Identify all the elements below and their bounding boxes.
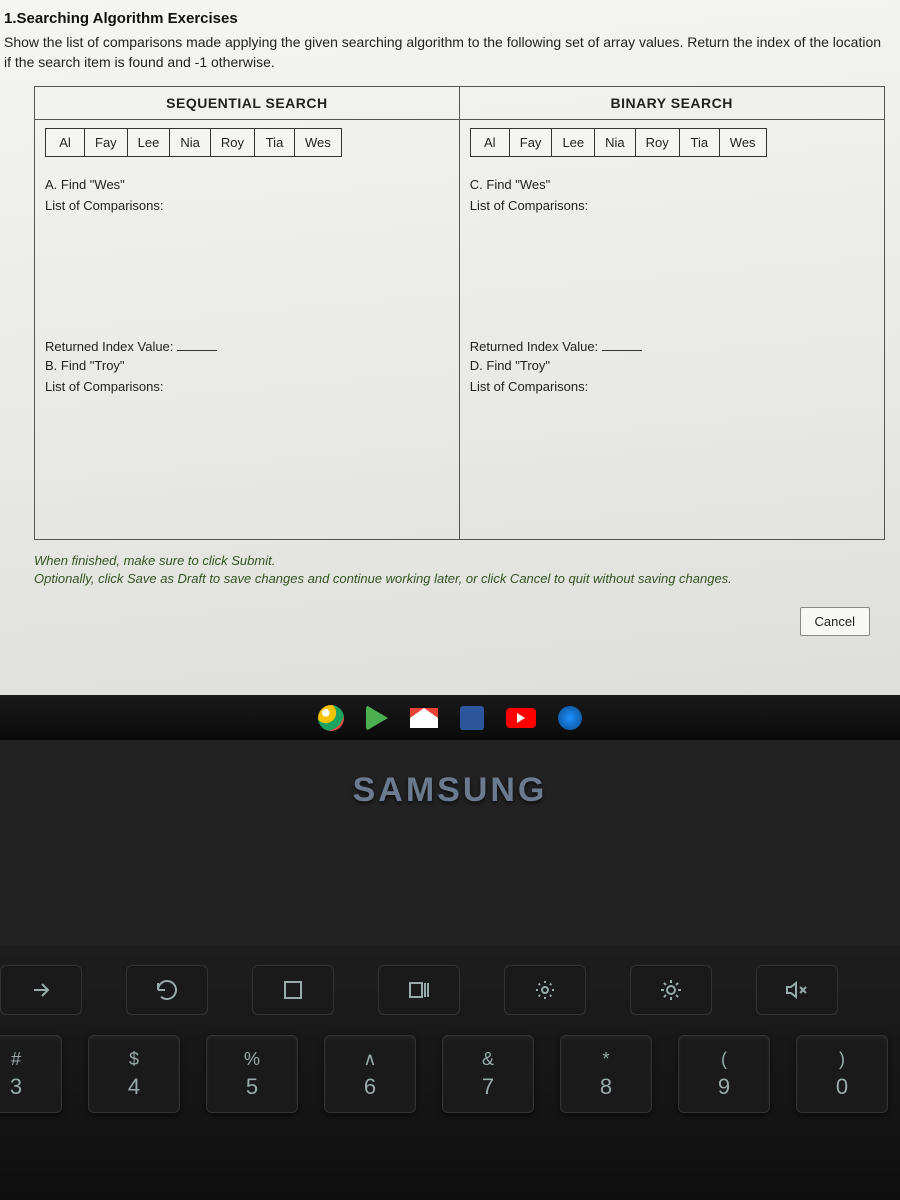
returned-index-c: Returned Index Value: — [470, 339, 874, 354]
function-key-row — [0, 965, 890, 1015]
comparisons-label-b: List of Comparisons: — [45, 379, 449, 394]
task-c-label: C. Find "Wes" — [470, 177, 874, 192]
key-0: ) 0 — [796, 1035, 888, 1113]
task-a-label: A. Find "Wes" — [45, 177, 449, 192]
array-cell: Fay — [85, 128, 128, 157]
brightness-down-key-icon — [504, 965, 586, 1015]
refresh-key-icon — [126, 965, 208, 1015]
key-7: & 7 — [442, 1035, 534, 1113]
fullscreen-key-icon — [252, 965, 334, 1015]
array-cell: Wes — [720, 128, 767, 157]
array-cell: Lee — [552, 128, 595, 157]
binary-cell: Al Fay Lee Nia Roy Tia Wes C. Find "Wes"… — [459, 120, 884, 540]
exercise-description: Show the list of comparisons made applyi… — [4, 33, 890, 72]
key-5: % 5 — [206, 1035, 298, 1113]
mute-key-icon — [756, 965, 838, 1015]
task-d-label: D. Find "Troy" — [470, 358, 874, 373]
exercise-title: 1.Searching Algorithm Exercises — [4, 10, 890, 27]
array-cell: Nia — [595, 128, 636, 157]
header-sequential: SEQUENTIAL SEARCH — [35, 87, 460, 120]
submission-instructions: When finished, make sure to click Submit… — [34, 552, 890, 588]
gmail-icon[interactable] — [410, 708, 438, 728]
returned-index-a: Returned Index Value: — [45, 339, 449, 354]
play-icon[interactable] — [366, 705, 388, 731]
key-8: * 8 — [560, 1035, 652, 1113]
youtube-icon[interactable] — [506, 708, 536, 728]
os-taskbar — [0, 695, 900, 740]
monitor-bezel: SAMSUNG — [0, 740, 900, 840]
files-icon[interactable] — [558, 706, 582, 730]
task-b-label: B. Find "Troy" — [45, 358, 449, 373]
forward-key-icon — [0, 965, 82, 1015]
key-3: # 3 — [0, 1035, 62, 1113]
array-cell: Roy — [636, 128, 680, 157]
comparisons-label-a: List of Comparisons: — [45, 198, 449, 213]
header-binary: BINARY SEARCH — [459, 87, 884, 120]
array-cell: Roy — [211, 128, 255, 157]
array-cell: Lee — [128, 128, 171, 157]
word-icon[interactable] — [460, 706, 484, 730]
search-exercise-table: SEQUENTIAL SEARCH BINARY SEARCH Al Fay L… — [34, 86, 885, 540]
key-4: $ 4 — [88, 1035, 180, 1113]
array-cell: Al — [470, 128, 510, 157]
worksheet-screen: 1.Searching Algorithm Exercises Show the… — [0, 0, 900, 695]
array-cell: Nia — [170, 128, 211, 157]
array-cell: Al — [45, 128, 85, 157]
comparisons-label-c: List of Comparisons: — [470, 198, 874, 213]
array-cell: Tia — [255, 128, 295, 157]
number-key-row: # 3 $ 4 % 5 ∧ 6 & 7 * 8 ( 9 ) 0 — [0, 1035, 890, 1113]
instruction-line-1: When finished, make sure to click Submit… — [34, 552, 890, 570]
sequential-cell: Al Fay Lee Nia Roy Tia Wes A. Find "Wes"… — [35, 120, 460, 540]
array-row-left: Al Fay Lee Nia Roy Tia Wes — [45, 128, 449, 157]
physical-keyboard: # 3 $ 4 % 5 ∧ 6 & 7 * 8 ( 9 ) 0 — [0, 945, 900, 1200]
key-9: ( 9 — [678, 1035, 770, 1113]
array-cell: Fay — [510, 128, 553, 157]
array-row-right: Al Fay Lee Nia Roy Tia Wes — [470, 128, 874, 157]
samsung-logo: SAMSUNG — [353, 771, 548, 810]
instruction-line-2: Optionally, click Save as Draft to save … — [34, 570, 890, 588]
array-cell: Wes — [295, 128, 342, 157]
key-6: ∧ 6 — [324, 1035, 416, 1113]
overview-key-icon — [378, 965, 460, 1015]
cancel-button[interactable]: Cancel — [800, 607, 870, 636]
comparisons-label-d: List of Comparisons: — [470, 379, 874, 394]
array-cell: Tia — [680, 128, 720, 157]
chrome-icon[interactable] — [318, 705, 344, 731]
brightness-up-key-icon — [630, 965, 712, 1015]
